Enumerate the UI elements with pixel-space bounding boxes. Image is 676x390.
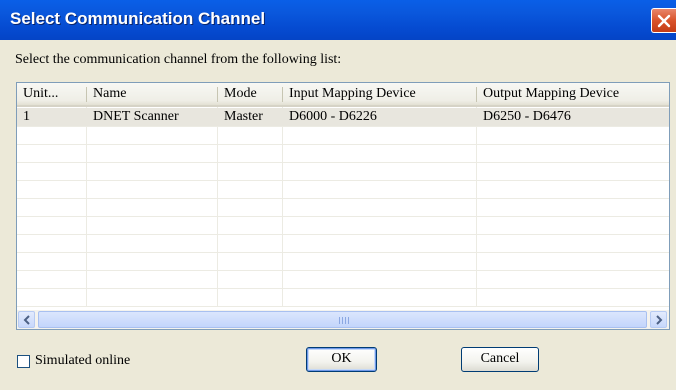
arrow-right-icon (656, 315, 663, 325)
ok-button[interactable]: OK (306, 347, 377, 372)
thumb-grip (342, 317, 343, 324)
cancel-button[interactable]: Cancel (461, 347, 539, 372)
grid-line (217, 107, 218, 307)
simulated-online-label[interactable]: Simulated online (35, 353, 130, 369)
grid-line (17, 270, 669, 271)
arrow-left-icon (23, 315, 30, 325)
grid-line (17, 252, 669, 253)
grid-line (282, 107, 283, 307)
grid-line (17, 126, 669, 127)
instruction-text: Select the communication channel from th… (15, 52, 342, 67)
thumb-grip (339, 317, 340, 324)
grid-line (476, 107, 477, 307)
channel-list[interactable]: Unit... Name Mode Input Mapping Device O… (16, 82, 670, 330)
column-header-input-mapping[interactable]: Input Mapping Device (283, 83, 477, 105)
scroll-right-button[interactable] (650, 311, 667, 328)
close-button[interactable] (651, 8, 676, 33)
close-x-icon (657, 14, 671, 28)
grid-line (17, 306, 669, 307)
grid-line (86, 107, 87, 307)
grid-line (17, 180, 669, 181)
cell-output-mapping: D6250 - D6476 (483, 109, 571, 124)
column-header-mode[interactable]: Mode (218, 83, 283, 105)
dialog-window: Select Communication Channel Select the … (0, 0, 676, 390)
window-title: Select Communication Channel (10, 9, 266, 28)
grid-line (17, 288, 669, 289)
list-header: Unit... Name Mode Input Mapping Device O… (17, 83, 669, 107)
title-bar[interactable]: Select Communication Channel (0, 0, 676, 40)
cell-input-mapping: D6000 - D6226 (289, 109, 377, 124)
simulated-online-checkbox[interactable] (17, 355, 30, 368)
grid-line (17, 162, 669, 163)
grid-line (17, 216, 669, 217)
scrollbar-thumb[interactable] (38, 311, 647, 328)
column-header-unit[interactable]: Unit... (17, 83, 87, 105)
horizontal-scrollbar[interactable] (17, 310, 669, 329)
thumb-grip (345, 317, 346, 324)
column-header-output-mapping[interactable]: Output Mapping Device (477, 83, 669, 105)
cell-mode: Master (224, 109, 263, 124)
grid-line (17, 198, 669, 199)
cell-unit: 1 (23, 109, 30, 124)
scroll-left-button[interactable] (18, 311, 35, 328)
column-header-name[interactable]: Name (87, 83, 218, 105)
grid-line (17, 144, 669, 145)
grid-line (17, 234, 669, 235)
cell-name: DNET Scanner (93, 109, 179, 124)
table-row[interactable]: 1 DNET Scanner Master D6000 - D6226 D625… (17, 108, 669, 126)
thumb-grip (348, 317, 349, 324)
